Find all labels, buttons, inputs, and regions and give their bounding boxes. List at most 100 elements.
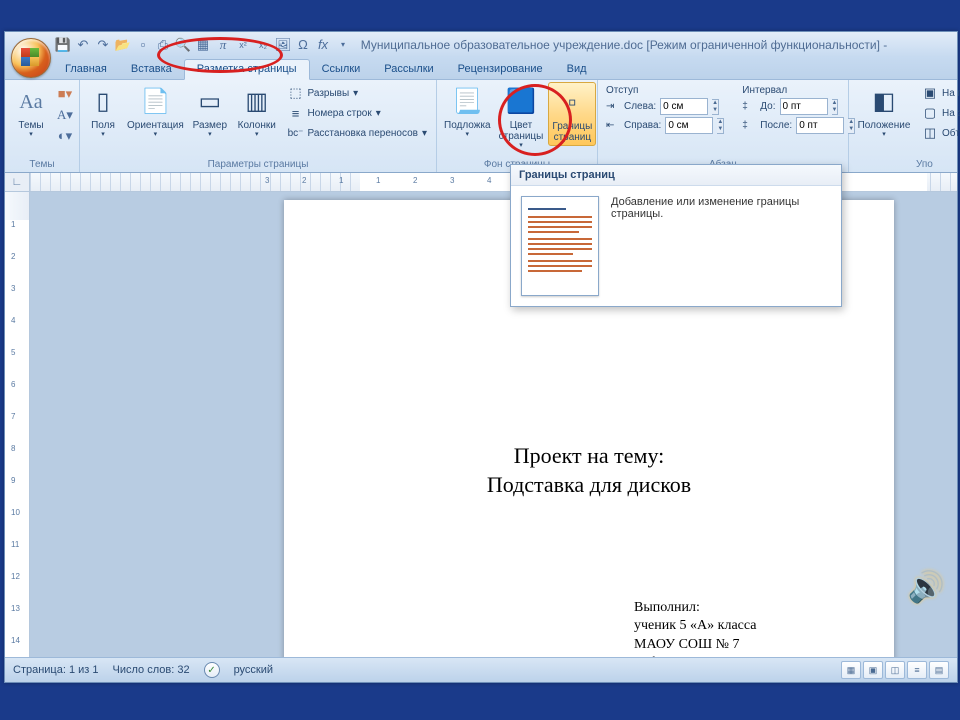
hyphenation-button[interactable]: bc⁻Расстановка переносов ▾: [285, 124, 430, 142]
indent-right-row: ⇤ Справа: ▲▼: [604, 117, 726, 134]
title-bar: 💾 ↶ ↷ 📂 ▫ ⎙ 🔍 ▦ π x² x₂ 🖼 Ω fx ▾ Муницип…: [5, 32, 957, 57]
page-borders-button[interactable]: ▫ Границы страниц: [548, 82, 596, 146]
send-back-button[interactable]: ▢На задний: [919, 104, 960, 122]
doc-exec-3: МАОУ СОШ № 7: [634, 636, 834, 654]
preview-icon[interactable]: 🔍: [175, 37, 191, 53]
view-web-icon[interactable]: ◫: [885, 661, 905, 679]
tab-home[interactable]: Главная: [53, 60, 119, 79]
page-color-button[interactable]: 🟦 Цвет страницы▾: [496, 82, 547, 152]
view-buttons: ▦ ▣ ◫ ≡ ▤: [841, 661, 949, 679]
table-icon[interactable]: ▦: [195, 37, 211, 53]
tooltip-thumb: [521, 196, 599, 296]
subscript-icon[interactable]: x₂: [255, 37, 271, 53]
group-themes-label: Темы: [9, 158, 75, 172]
tab-selector-icon[interactable]: ∟: [5, 173, 30, 191]
watermark-button[interactable]: 📃 Подложка▾: [441, 82, 494, 141]
view-draft-icon[interactable]: ▤: [929, 661, 949, 679]
tab-view[interactable]: Вид: [555, 60, 599, 79]
columns-icon: ▥: [241, 86, 273, 118]
themes-button[interactable]: Aa Темы ▾: [9, 82, 53, 141]
doc-title-block: Проект на тему: Подставка для дисков: [344, 442, 834, 499]
spacing-before-input[interactable]: [780, 98, 828, 115]
margins-icon: ▯: [87, 86, 119, 118]
spellcheck-icon[interactable]: ✓: [204, 662, 220, 678]
spacing-after-input[interactable]: [796, 117, 844, 134]
group-page-setup-label: Параметры страницы: [84, 158, 432, 172]
theme-options: ■▾ A▾ ◐▾: [55, 82, 75, 146]
status-language[interactable]: русский: [234, 664, 273, 676]
vertical-ruler[interactable]: 123456789101112131415: [5, 192, 30, 680]
themes-icon: Aa: [15, 86, 47, 118]
page-borders-icon: ▫: [556, 87, 588, 119]
breaks-button[interactable]: ⬚Разрывы ▾: [285, 84, 430, 102]
tab-review[interactable]: Рецензирование: [446, 60, 555, 79]
tooltip-title: Границы страниц: [511, 165, 841, 186]
indent-label: Отступ: [604, 85, 726, 96]
indent-right-input[interactable]: [665, 117, 713, 134]
indent-left-input[interactable]: [660, 98, 708, 115]
size-button[interactable]: ▭ Размер▾: [189, 82, 231, 141]
redo-icon[interactable]: ↷: [95, 37, 111, 53]
page-borders-tooltip: Границы страниц Добавление или изменение…: [510, 164, 842, 307]
text-wrap-button[interactable]: ◫Обтекани: [919, 124, 960, 142]
status-words[interactable]: Число слов: 32: [113, 664, 190, 676]
bring-front-button[interactable]: ▣На передн: [919, 84, 960, 102]
group-themes: Aa Темы ▾ ■▾ A▾ ◐▾ Темы: [5, 80, 80, 172]
doc-title-1: Проект на тему:: [344, 442, 834, 471]
indent-column: Отступ ⇥ Слева: ▲▼ ⇤ Справа: ▲▼: [602, 83, 728, 136]
spinner-icon[interactable]: ▲▼: [832, 99, 839, 115]
superscript-icon[interactable]: x²: [235, 37, 251, 53]
view-full-screen-icon[interactable]: ▣: [863, 661, 883, 679]
breaks-icon: ⬚: [288, 85, 304, 101]
office-button[interactable]: [11, 38, 51, 78]
line-numbers-icon: ≡: [288, 105, 304, 121]
view-print-layout-icon[interactable]: ▦: [841, 661, 861, 679]
quick-access-toolbar: 💾 ↶ ↷ 📂 ▫ ⎙ 🔍 ▦ π x² x₂ 🖼 Ω fx ▾: [55, 37, 351, 53]
symbol-icon[interactable]: Ω: [295, 37, 311, 53]
spinner-icon[interactable]: ▲▼: [712, 99, 719, 115]
spacing-before-icon: ‡: [742, 101, 756, 112]
line-numbers-button[interactable]: ≡Номера строк ▾: [285, 104, 430, 122]
indent-left-row: ⇥ Слева: ▲▼: [604, 98, 726, 115]
margins-button[interactable]: ▯ Поля▾: [84, 82, 122, 141]
speaker-icon: 🔊: [908, 570, 945, 605]
formula-icon[interactable]: π: [215, 37, 231, 53]
tab-insert[interactable]: Вставка: [119, 60, 184, 79]
group-page-background: 📃 Подложка▾ 🟦 Цвет страницы▾ ▫ Границы с…: [437, 80, 598, 172]
spacing-before-row: ‡ До: ▲▼: [740, 98, 857, 115]
page-color-icon: 🟦: [505, 86, 537, 118]
themes-label: Темы: [18, 120, 43, 131]
position-button[interactable]: ◧ Положение▾: [853, 82, 915, 141]
picture-icon[interactable]: 🖼: [275, 37, 291, 53]
text-wrap-icon: ◫: [922, 125, 938, 141]
ribbon-tabs: Главная Вставка Разметка страницы Ссылки…: [5, 57, 957, 80]
window-title: Муниципальное образовательное учреждение…: [351, 38, 957, 52]
tab-references[interactable]: Ссылки: [310, 60, 373, 79]
qat-customize-icon[interactable]: ▾: [335, 37, 351, 53]
spinner-icon[interactable]: ▲▼: [717, 118, 724, 134]
page-setup-small: ⬚Разрывы ▾ ≡Номера строк ▾ bc⁻Расстановк…: [283, 82, 432, 144]
doc-exec-2: ученик 5 «А» класса: [634, 617, 834, 635]
tab-mailings[interactable]: Рассылки: [372, 60, 445, 79]
indent-right-icon: ⇤: [606, 120, 620, 131]
save-icon[interactable]: 💾: [55, 37, 71, 53]
indent-left-icon: ⇥: [606, 101, 620, 112]
new-icon[interactable]: ▫: [135, 37, 151, 53]
orientation-button[interactable]: 📄 Ориентация▾: [124, 82, 187, 141]
spacing-label: Интервал: [740, 85, 857, 96]
undo-icon[interactable]: ↶: [75, 37, 91, 53]
equation-icon[interactable]: fx: [315, 37, 331, 53]
view-outline-icon[interactable]: ≡: [907, 661, 927, 679]
group-arrange-label: Упо: [853, 158, 960, 172]
theme-effects-icon[interactable]: ◐▾: [57, 128, 73, 144]
columns-button[interactable]: ▥ Колонки▾: [233, 82, 281, 141]
theme-colors-icon[interactable]: ■▾: [57, 86, 73, 102]
group-arrange: ◧ Положение▾ ▣На передн ▢На задний ◫Обте…: [849, 80, 960, 172]
word-window: 💾 ↶ ↷ 📂 ▫ ⎙ 🔍 ▦ π x² x₂ 🖼 Ω fx ▾ Муницип…: [4, 31, 958, 683]
status-page[interactable]: Страница: 1 из 1: [13, 664, 99, 676]
arrange-small: ▣На передн ▢На задний ◫Обтекани: [917, 82, 960, 144]
quickprint-icon[interactable]: ⎙: [155, 37, 171, 53]
theme-fonts-icon[interactable]: A▾: [57, 107, 73, 123]
open-icon[interactable]: 📂: [115, 37, 131, 53]
tab-page-layout[interactable]: Разметка страницы: [184, 59, 310, 80]
